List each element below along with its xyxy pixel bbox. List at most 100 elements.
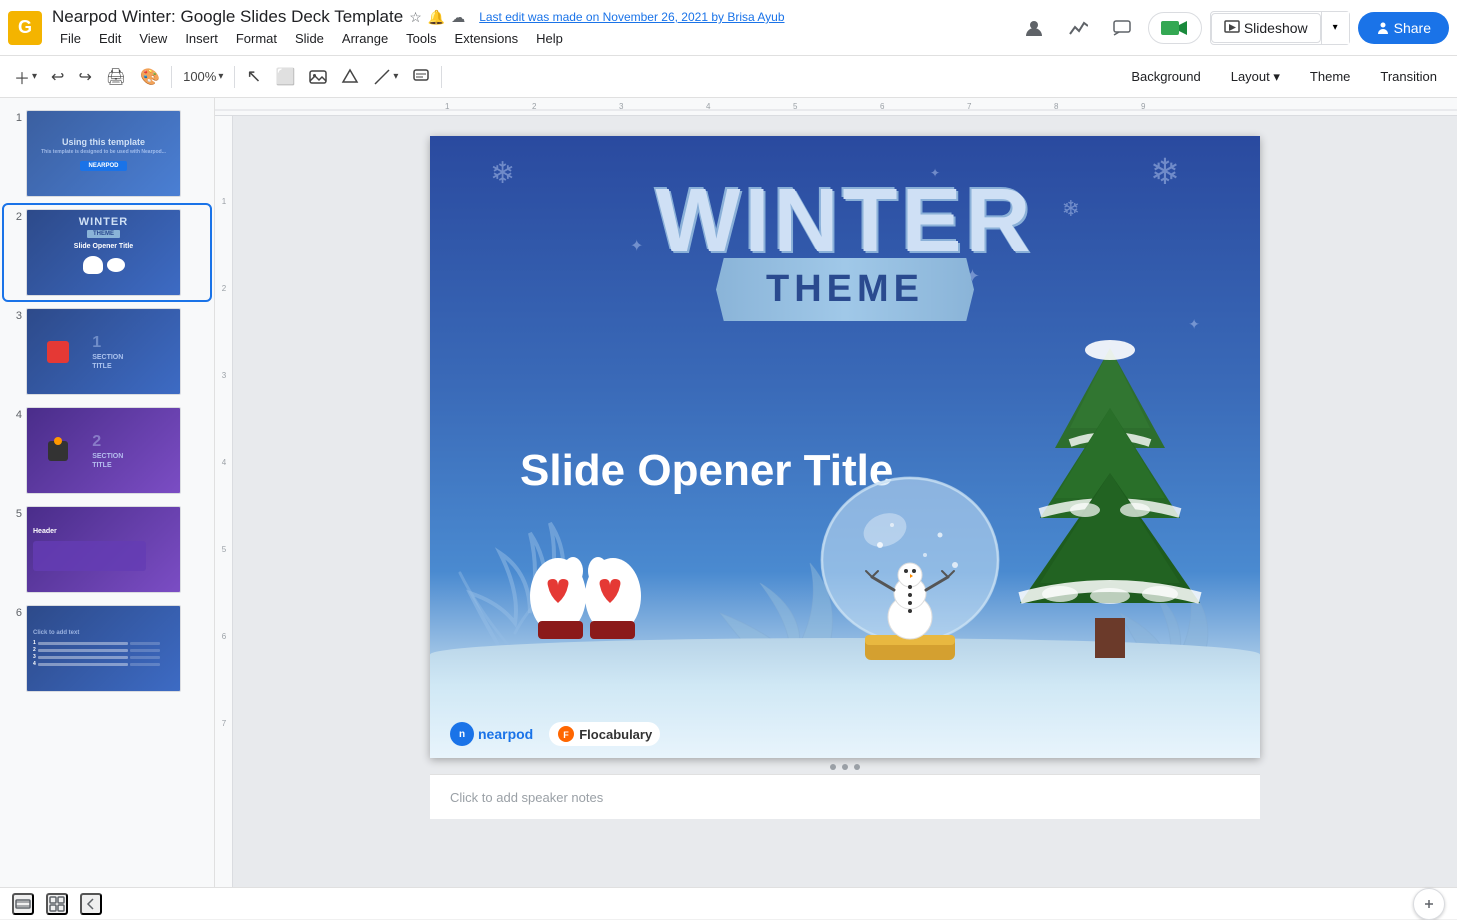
slide-canvas[interactable]: ❄ ❄ ❄ ✦ ✦ ✦ ✦ ✦ WINTER THEME (430, 136, 1260, 758)
layout-btn[interactable]: Layout ▾ (1219, 65, 1292, 89)
svg-text:6: 6 (222, 632, 227, 641)
top-bar: G Nearpod Winter: Google Slides Deck Tem… (0, 0, 1457, 56)
winter-title-block: WINTER THEME (430, 176, 1260, 321)
notes-placeholder: Click to add speaker notes (450, 790, 603, 805)
svg-text:5: 5 (793, 102, 798, 111)
last-edit-link: Last edit was made on November 26, 2021 … (479, 10, 784, 24)
svg-text:7: 7 (967, 102, 972, 111)
bottom-bar (0, 887, 1457, 919)
slide-number-1: 1 (8, 110, 22, 124)
app-logo: G (8, 11, 42, 45)
slide-panel: 1 Using this template This template is d… (0, 98, 215, 887)
snow-globe (810, 465, 1010, 670)
zoom-btn[interactable]: 100%▾ (177, 63, 229, 91)
theme-btn[interactable]: Theme (1298, 65, 1362, 89)
zoom-fab[interactable] (1413, 888, 1445, 920)
separator-1 (171, 66, 172, 88)
analytics-btn[interactable] (1060, 10, 1096, 46)
slide-toolbar-right: Background Layout ▾ Theme Transition (1119, 65, 1449, 89)
image-btn[interactable] (303, 63, 333, 91)
menu-view[interactable]: View (131, 29, 175, 48)
theme-text: THEME (766, 268, 924, 310)
meet-button[interactable] (1148, 12, 1202, 44)
menu-insert[interactable]: Insert (177, 29, 226, 48)
redo-btn[interactable]: ↪ (72, 63, 97, 91)
top-right: Slideshow ▾ Share (1016, 10, 1449, 46)
cursor-btn[interactable]: ↖ (240, 63, 267, 91)
canvas-area: 1 2 3 4 5 6 7 8 9 1 2 3 4 5 6 (215, 98, 1457, 887)
background-btn[interactable]: Background (1119, 65, 1212, 89)
doc-title-row: Nearpod Winter: Google Slides Deck Templ… (52, 7, 1010, 27)
paintformat-btn[interactable]: 🎨 (134, 63, 166, 91)
svg-text:4: 4 (706, 102, 711, 111)
print-btn[interactable]: 🖨 (100, 63, 132, 91)
slide-thumb-4[interactable]: 4 2 SECTION TITLE (4, 403, 210, 498)
comment-btn[interactable] (406, 63, 436, 91)
slide-navigation-dots (830, 764, 860, 770)
title-section: Nearpod Winter: Google Slides Deck Templ… (52, 7, 1010, 48)
slide-number-3: 3 (8, 308, 22, 322)
menu-tools[interactable]: Tools (398, 29, 444, 48)
christmas-tree (1000, 328, 1220, 668)
transition-btn[interactable]: Transition (1368, 65, 1449, 89)
presenter-view-btn[interactable] (1016, 10, 1052, 46)
cloud-icon[interactable]: ☁ (451, 9, 465, 26)
theme-banner: THEME (716, 258, 974, 321)
slide-thumb-3[interactable]: 3 1 SECTION TITLE (4, 304, 210, 399)
slide-number-6: 6 (8, 605, 22, 619)
doc-title: Nearpod Winter: Google Slides Deck Templ… (52, 7, 403, 27)
svg-text:3: 3 (222, 371, 227, 380)
svg-text:7: 7 (222, 719, 227, 728)
main-area: 1 Using this template This template is d… (0, 98, 1457, 887)
ruler-horizontal: 1 2 3 4 5 6 7 8 9 (215, 98, 1457, 116)
slide-thumb-5[interactable]: 5 Header (4, 502, 210, 597)
filmstrip-view-btn[interactable] (12, 893, 34, 915)
menu-edit[interactable]: Edit (91, 29, 129, 48)
notes-area[interactable]: Click to add speaker notes (430, 774, 1260, 819)
slideshow-label: Slideshow (1244, 20, 1308, 36)
menu-extensions[interactable]: Extensions (447, 29, 527, 48)
add-slide-btn[interactable]: ＋▾ (8, 63, 43, 91)
menu-format[interactable]: Format (228, 29, 285, 48)
slide-thumb-1[interactable]: 1 Using this template This template is d… (4, 106, 210, 201)
bell-icon[interactable]: 🔔 (428, 9, 445, 26)
layout-arrow: ▾ (1273, 69, 1280, 84)
slide-thumb-6[interactable]: 6 Click to add text 1 2 3 4 (4, 601, 210, 696)
menu-arrange[interactable]: Arrange (334, 29, 396, 48)
slide-number-2: 2 (8, 209, 22, 223)
nearpod-text: nearpod (478, 726, 533, 742)
menu-slide[interactable]: Slide (287, 29, 332, 48)
nearpod-icon: n (450, 722, 474, 746)
slide-preview-1: Using this template This template is des… (26, 110, 181, 197)
grid-view-btn[interactable] (46, 893, 68, 915)
ruler-vertical: 1 2 3 4 5 6 7 (215, 116, 233, 887)
svg-text:3: 3 (619, 102, 624, 111)
dot-3 (854, 764, 860, 770)
undo-btn[interactable]: ↩ (45, 63, 70, 91)
share-button[interactable]: Share (1358, 12, 1449, 44)
chat-btn[interactable] (1104, 10, 1140, 46)
menu-bar: File Edit View Insert Format Slide Arran… (52, 29, 1010, 48)
svg-text:8: 8 (1054, 102, 1059, 111)
slideshow-dropdown[interactable]: ▾ (1321, 12, 1349, 44)
collapse-panel-btn[interactable] (80, 893, 102, 915)
star-icon[interactable]: ☆ (409, 9, 422, 26)
svg-text:2: 2 (222, 284, 227, 293)
separator-3 (441, 66, 442, 88)
slide-thumb-2[interactable]: 2 WINTER THEME Slide Opener Title (4, 205, 210, 300)
menu-file[interactable]: File (52, 29, 89, 48)
svg-text:1: 1 (222, 197, 227, 206)
frame-btn[interactable]: ⬜ (269, 63, 301, 91)
svg-text:5: 5 (222, 545, 227, 554)
separator-2 (234, 66, 235, 88)
shape-btn[interactable] (335, 63, 365, 91)
line-btn[interactable]: ▾ (367, 63, 404, 91)
nearpod-logo: n nearpod (450, 722, 533, 746)
logos-row: n nearpod F Flocabulary (450, 722, 660, 746)
winter-text: WINTER (430, 176, 1260, 266)
menu-help[interactable]: Help (528, 29, 571, 48)
slideshow-button[interactable]: Slideshow (1211, 13, 1321, 43)
flocabulary-text: Flocabulary (579, 727, 652, 742)
mittens (518, 541, 648, 676)
svg-text:9: 9 (1141, 102, 1146, 111)
